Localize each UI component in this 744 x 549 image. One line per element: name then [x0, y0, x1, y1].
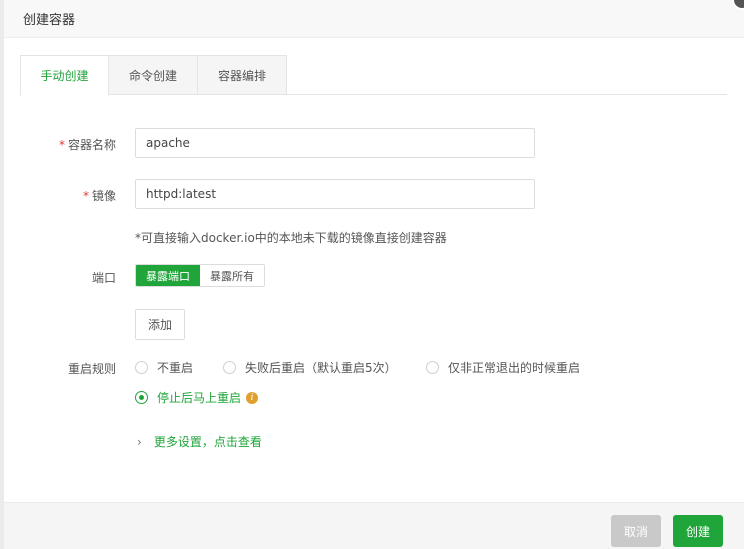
expose-port-button[interactable]: 暴露端口	[136, 265, 200, 286]
restart-always-radio[interactable]: 停止后马上重启 i	[135, 389, 259, 406]
expose-all-button[interactable]: 暴露所有	[200, 265, 264, 286]
required-mark: *	[82, 189, 89, 203]
radio-circle	[426, 361, 439, 374]
container-name-label: * 容器名称	[58, 138, 116, 152]
dialog-header: 创建容器	[4, 0, 744, 38]
more-settings-label: 更多设置，点击查看	[153, 435, 262, 449]
port-label: 端口	[91, 271, 116, 285]
create-button[interactable]: 创建	[673, 515, 723, 547]
image-input[interactable]: httpd:latest	[135, 179, 535, 209]
required-mark: *	[58, 138, 65, 152]
restart-on-failure-radio[interactable]: 失败后重启（默认重启5次）	[223, 359, 397, 376]
add-port-button[interactable]: 添加	[135, 309, 185, 340]
create-container-dialog: 创建容器 手动创建 命令创建 容器编排 * 容器名称 apache * 镜像 htt…	[4, 0, 744, 549]
radio-circle	[135, 391, 148, 404]
port-segmented-control: 暴露端口 暴露所有	[135, 264, 265, 287]
tab-manual-create[interactable]: 手动创建	[20, 55, 109, 96]
image-label: * 镜像	[82, 189, 116, 203]
image-hint: *可直接输入docker.io中的本地未下载的镜像直接创建容器	[135, 231, 447, 245]
tab-compose[interactable]: 容器编排	[198, 55, 287, 95]
container-name-input[interactable]: apache	[135, 128, 535, 158]
info-icon[interactable]: i	[246, 391, 259, 404]
restart-no-radio[interactable]: 不重启	[135, 359, 193, 376]
restart-policy-label: 重启规则	[67, 362, 116, 376]
tab-bar: 手动创建 命令创建 容器编排	[20, 55, 727, 96]
restart-unless-abnormal-radio[interactable]: 仅非正常退出的时候重启	[426, 359, 580, 376]
cancel-button[interactable]: 取消	[611, 515, 661, 547]
dialog-title: 创建容器	[23, 13, 76, 28]
more-settings-toggle[interactable]: › 更多设置，点击查看	[137, 433, 262, 450]
tab-command-create[interactable]: 命令创建	[109, 55, 198, 95]
radio-circle	[223, 361, 236, 374]
dialog-footer: 取消 创建	[4, 502, 744, 549]
radio-circle	[135, 361, 148, 374]
chevron-right-icon: ›	[137, 434, 142, 449]
